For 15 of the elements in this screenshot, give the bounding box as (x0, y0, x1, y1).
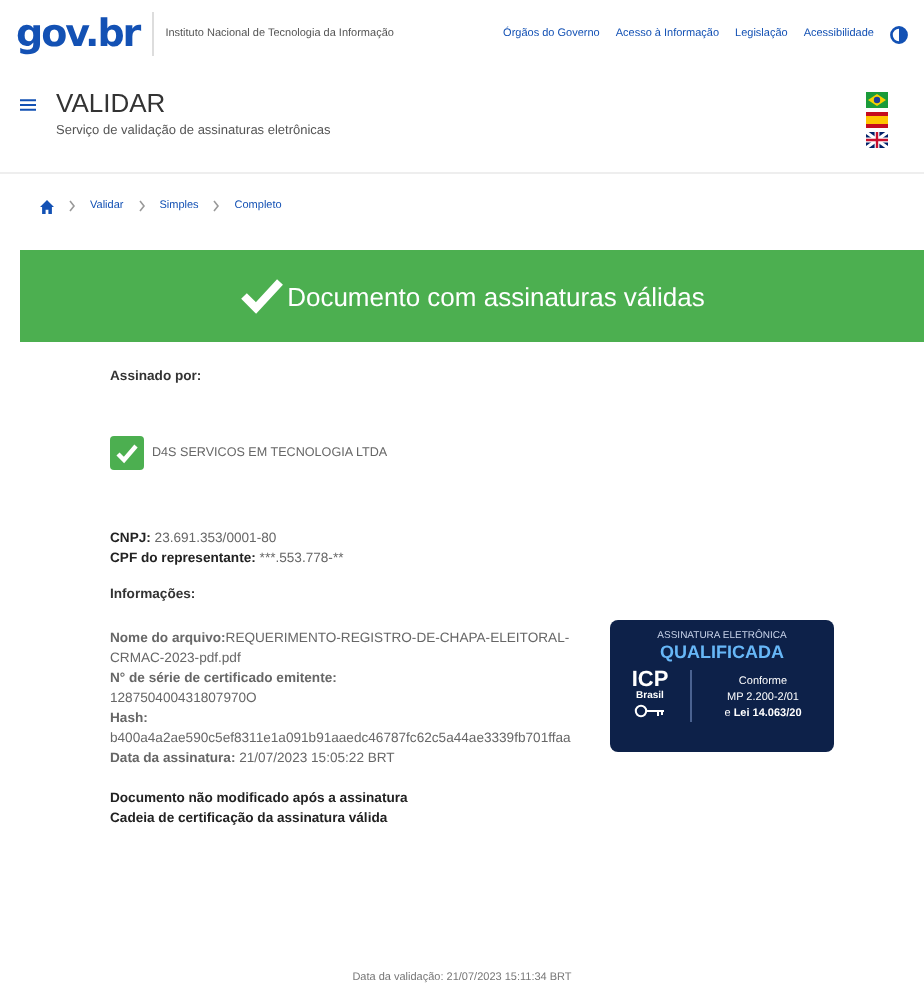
seal-title: QUALIFICADA (658, 642, 786, 662)
govbr-logo[interactable]: gov.br (16, 12, 154, 56)
chevron-icon (68, 200, 76, 212)
chevron-icon (212, 200, 221, 212)
chevron-icon (137, 200, 146, 212)
home-icon[interactable] (40, 199, 54, 213)
flag-icon[interactable] (866, 92, 888, 108)
banner-text: Documento com assinaturas válidas (287, 281, 705, 311)
menu-icon[interactable] (20, 98, 36, 112)
check-icon (239, 278, 284, 314)
contrast-icon[interactable] (890, 25, 908, 43)
icp-label: ICP (631, 670, 669, 690)
key-icon (634, 702, 666, 720)
flag-icon[interactable] (866, 132, 888, 148)
page-title: VALIDAR (56, 88, 168, 118)
